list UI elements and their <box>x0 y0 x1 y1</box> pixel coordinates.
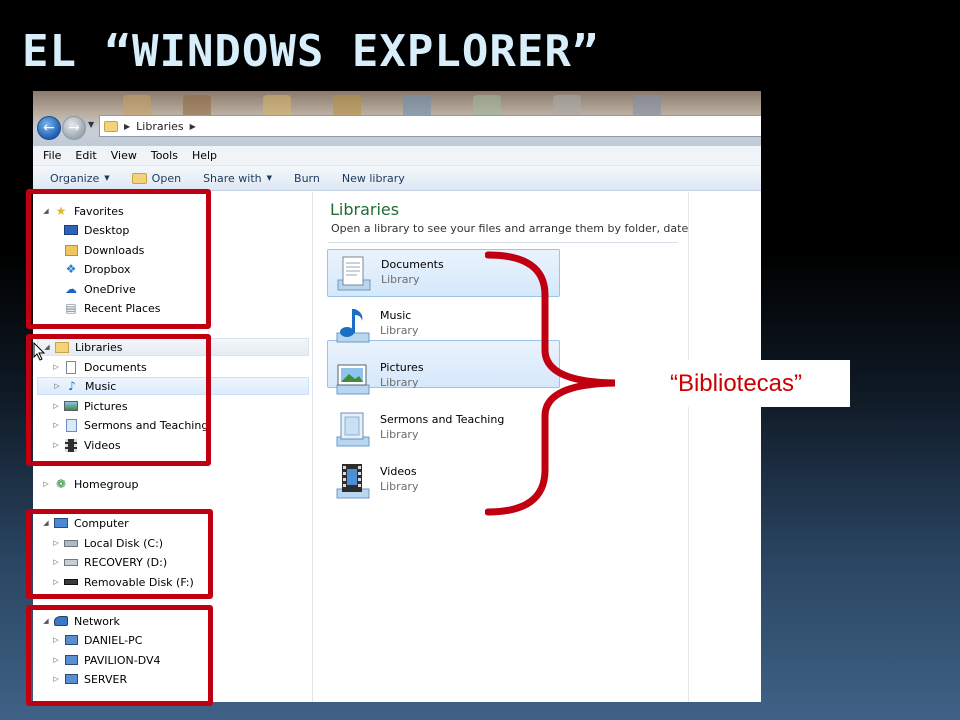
share-with-label: Share with <box>203 171 262 185</box>
videos-library-icon <box>336 464 370 499</box>
menu-file[interactable]: File <box>43 149 61 162</box>
pictures-library-icon <box>336 364 370 395</box>
music-library-icon <box>336 309 370 343</box>
organize-label: Organize <box>50 171 100 185</box>
slide-title: EL “WINDOWS EXPLORER” <box>22 26 600 77</box>
organize-button[interactable]: Organize ▼ <box>50 172 110 185</box>
collapsed-arrow-icon[interactable]: ▷ <box>41 480 51 488</box>
menu-edit[interactable]: Edit <box>75 149 96 162</box>
share-with-button[interactable]: Share with ▼ <box>203 172 272 185</box>
library-name: Videos <box>380 465 417 478</box>
tree-homegroup[interactable]: ▷ ❁ Homegroup <box>41 475 138 493</box>
menu-view[interactable]: View <box>111 149 137 162</box>
curly-brace <box>485 251 616 516</box>
folder-icon <box>104 120 118 132</box>
library-type: Library <box>380 376 419 389</box>
burn-label: Burn <box>294 171 320 185</box>
library-type: Library <box>380 428 419 441</box>
network-highlight-box <box>26 605 213 706</box>
library-type: Library <box>380 324 419 337</box>
custom-library-icon <box>336 412 370 447</box>
libraries-highlight-box <box>26 334 211 466</box>
menu-bar: File Edit View Tools Help <box>33 146 761 166</box>
arrow-right-icon: → <box>68 120 80 136</box>
chevron-right-icon[interactable]: ▶ <box>190 122 196 131</box>
chevron-right-icon[interactable]: ▶ <box>124 122 130 131</box>
new-library-button[interactable]: New library <box>342 172 405 185</box>
address-bar[interactable]: ▶ Libraries ▶ <box>99 115 761 137</box>
menu-help[interactable]: Help <box>192 149 217 162</box>
burn-button[interactable]: Burn <box>294 172 320 185</box>
command-bar: Organize ▼ Open Share with ▼ Burn New li… <box>33 166 761 191</box>
library-name: Pictures <box>380 361 424 374</box>
chevron-down-icon: ▼ <box>104 174 110 182</box>
library-name: Music <box>380 309 412 322</box>
content-subtitle: Open a library to see your files and arr… <box>331 222 706 235</box>
open-button[interactable]: Open <box>131 171 182 185</box>
favorites-highlight-box <box>26 189 211 329</box>
back-button[interactable]: ← <box>37 116 61 140</box>
bibliotecas-callout: “Bibliotecas” <box>622 360 850 407</box>
arrow-left-icon: ← <box>43 120 55 136</box>
homegroup-icon: ❁ <box>55 477 67 491</box>
preview-pane <box>688 192 761 702</box>
forward-button[interactable]: → <box>62 116 86 140</box>
library-type: Library <box>380 480 419 493</box>
breadcrumb-libraries[interactable]: Libraries <box>136 120 184 133</box>
window-titlebar: ← → ▼ ▶ Libraries ▶ <box>33 91 761 146</box>
open-label: Open <box>151 171 182 185</box>
library-name: Documents <box>381 258 444 271</box>
documents-library-icon <box>337 256 371 291</box>
new-library-label: New library <box>341 171 405 185</box>
chevron-down-icon: ▼ <box>88 120 95 129</box>
chevron-down-icon: ▼ <box>266 174 273 182</box>
menu-tools[interactable]: Tools <box>151 149 178 162</box>
divider <box>328 242 678 243</box>
library-type: Library <box>381 273 420 286</box>
tree-label: Homegroup <box>74 477 139 491</box>
open-folder-icon <box>131 172 147 184</box>
recent-pages-dropdown[interactable]: ▼ <box>88 120 94 129</box>
computer-highlight-box <box>26 509 213 599</box>
content-title: Libraries <box>330 200 400 219</box>
